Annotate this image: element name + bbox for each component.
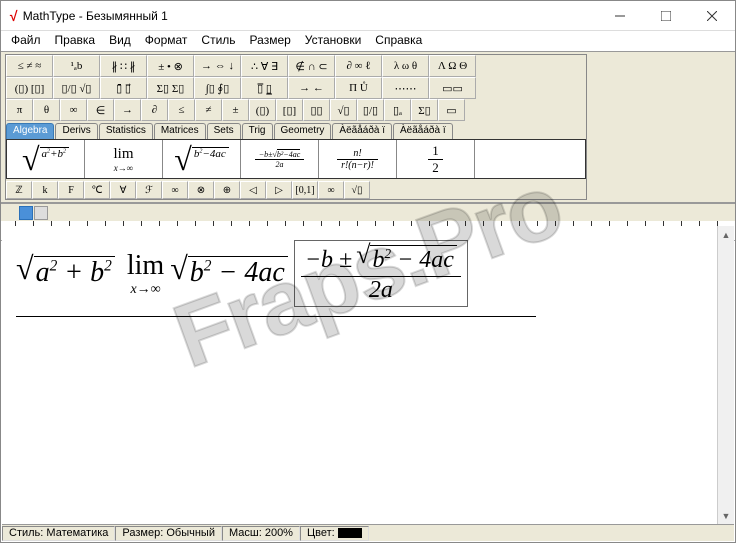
palette-button[interactable]: → ← — [288, 77, 335, 99]
template-sqrt-disc[interactable]: √b2−4ac — [163, 140, 241, 178]
palette-button[interactable]: ≤ ≠ ≈ — [6, 55, 53, 77]
palette-button[interactable]: ≤ — [168, 99, 195, 121]
palette-button[interactable]: ▯ₐ — [384, 99, 411, 121]
palette-button[interactable]: ∦ ∷ ∦ — [100, 55, 147, 77]
equation[interactable]: √ a2 + b2 lim x→∞ √ b2 − 4ac −b ± √b2 − … — [16, 240, 468, 307]
palette-button[interactable]: Π Ů — [335, 77, 382, 99]
window-title: MathType - Безымянный 1 — [23, 9, 168, 23]
palette-button[interactable]: Λ Ω Θ — [429, 55, 476, 77]
palette-button[interactable]: ▯̅ ▯̲ — [241, 77, 288, 99]
palette-button[interactable]: Σ▯ — [411, 99, 438, 121]
scroll-down-icon[interactable]: ▼ — [718, 507, 734, 524]
small-palette-button[interactable]: ◁ — [240, 181, 266, 199]
small-palette-button[interactable]: ▷ — [266, 181, 292, 199]
palette-button[interactable]: ± • ⊗ — [147, 55, 194, 77]
sheet-add[interactable] — [34, 206, 48, 220]
palette-button[interactable]: Σ▯ Σ▯ — [147, 77, 194, 99]
category-tab[interactable]: Sets — [207, 123, 241, 139]
status-style: Стиль: Математика — [2, 526, 115, 541]
small-palette-button[interactable]: [0,1] — [292, 181, 318, 199]
palette-button[interactable]: [▯] — [276, 99, 303, 121]
small-palette-button[interactable]: ∀ — [110, 181, 136, 199]
template-permutation[interactable]: n!r!(n−r)! — [319, 140, 397, 178]
template-limit[interactable]: limx→∞ — [85, 140, 163, 178]
small-palette-button[interactable]: ℱ — [136, 181, 162, 199]
close-button[interactable] — [689, 1, 735, 31]
palette-button[interactable]: ▯▯ — [303, 99, 330, 121]
small-palette-button[interactable]: F — [58, 181, 84, 199]
category-tab[interactable]: Derivs — [55, 123, 97, 139]
small-palette-button[interactable]: ∞ — [318, 181, 344, 199]
category-tab[interactable]: Àëãåáðà ï — [393, 123, 453, 139]
statusbar: Стиль: Математика Размер: Обычный Масш: … — [2, 524, 734, 541]
status-color: Цвет: — [300, 526, 369, 541]
small-palette-button[interactable]: ⊕ — [214, 181, 240, 199]
palette-button[interactable]: ▯̄ ▯⃗ — [100, 77, 147, 99]
menubar: Файл Правка Вид Формат Стиль Размер Уста… — [1, 31, 735, 51]
menu-style[interactable]: Стиль — [201, 33, 235, 49]
status-size: Размер: Обычный — [115, 526, 222, 541]
template-empty[interactable] — [475, 140, 585, 178]
menu-format[interactable]: Формат — [145, 33, 188, 49]
palette-button[interactable]: ± — [222, 99, 249, 121]
palette-button[interactable]: ▯/▯ — [357, 99, 384, 121]
palette-button[interactable]: ∈ — [87, 99, 114, 121]
template-sqrt-ab[interactable]: √a2+b2 — [7, 140, 85, 178]
palette-button[interactable]: (▯) [▯] — [6, 77, 53, 99]
palette-button[interactable]: → ⇔ ↓ — [194, 55, 241, 77]
menu-view[interactable]: Вид — [109, 33, 131, 49]
category-tab[interactable]: Matrices — [154, 123, 206, 139]
template-row: √a2+b2 limx→∞ √b2−4ac −b±√b²−4ac2a n!r!(… — [6, 139, 586, 179]
sheet-1[interactable] — [19, 206, 33, 220]
small-palette-button[interactable]: √▯ — [344, 181, 370, 199]
palette-button[interactable]: ¹ₐb — [53, 55, 100, 77]
palette-button[interactable]: λ ω θ — [382, 55, 429, 77]
minimize-button[interactable] — [597, 1, 643, 31]
menu-size[interactable]: Размер — [250, 33, 291, 49]
small-palette-button[interactable]: ∞ — [162, 181, 188, 199]
toolbar-area: ≤ ≠ ≈¹ₐb∦ ∷ ∦± • ⊗→ ⇔ ↓∴ ∀ ∃∉ ∩ ⊂∂ ∞ ℓλ … — [1, 51, 735, 203]
palette-button[interactable]: ∴ ∀ ∃ — [241, 55, 288, 77]
category-tab[interactable]: Statistics — [99, 123, 153, 139]
palette-button[interactable]: ∫▯ ∮▯ — [194, 77, 241, 99]
palette-button[interactable]: ▭ — [438, 99, 465, 121]
category-tab[interactable]: Algebra — [6, 123, 54, 139]
category-tab[interactable]: Geometry — [274, 123, 332, 139]
editor-canvas[interactable]: √ a2 + b2 lim x→∞ √ b2 − 4ac −b ± √b2 − … — [2, 226, 717, 524]
palette-button[interactable]: π — [6, 99, 33, 121]
palette-button[interactable]: (▯) — [249, 99, 276, 121]
palette-button[interactable]: ▯/▯ √▯ — [53, 77, 100, 99]
palette-button[interactable]: ▭▭ — [429, 77, 476, 99]
vertical-scrollbar[interactable]: ▲ ▼ — [717, 226, 734, 524]
titlebar: √ MathType - Безымянный 1 — [1, 1, 735, 31]
status-zoom: Масш: 200% — [222, 526, 300, 541]
category-tab[interactable]: Trig — [242, 123, 273, 139]
palette-button[interactable]: ∞ — [60, 99, 87, 121]
palette-button[interactable]: → — [114, 99, 141, 121]
sheet-tabs — [1, 203, 735, 221]
palette-button[interactable]: ∂ — [141, 99, 168, 121]
menu-file[interactable]: Файл — [11, 33, 41, 49]
template-quadratic[interactable]: −b±√b²−4ac2a — [241, 140, 319, 178]
app-logo-icon: √ — [9, 8, 17, 24]
menu-settings[interactable]: Установки — [305, 33, 361, 49]
palette-button[interactable]: θ — [33, 99, 60, 121]
small-palette-button[interactable]: k — [32, 181, 58, 199]
maximize-button[interactable] — [643, 1, 689, 31]
category-tab[interactable]: Àëãåáðà ï — [332, 123, 392, 139]
scroll-up-icon[interactable]: ▲ — [718, 226, 734, 243]
palette-button[interactable]: ∂ ∞ ℓ — [335, 55, 382, 77]
palette-button[interactable]: ≠ — [195, 99, 222, 121]
palette-button[interactable]: ∉ ∩ ⊂ — [288, 55, 335, 77]
palette-button[interactable]: ⋯⋯ — [382, 77, 429, 99]
equation-underline — [16, 316, 536, 317]
small-palette-button[interactable]: ⊗ — [188, 181, 214, 199]
menu-help[interactable]: Справка — [375, 33, 422, 49]
small-palette-button[interactable]: ℃ — [84, 181, 110, 199]
template-half[interactable]: 12 — [397, 140, 475, 178]
menu-edit[interactable]: Правка — [55, 33, 96, 49]
palette-button[interactable]: √▯ — [330, 99, 357, 121]
small-palette-button[interactable]: ℤ — [6, 181, 32, 199]
